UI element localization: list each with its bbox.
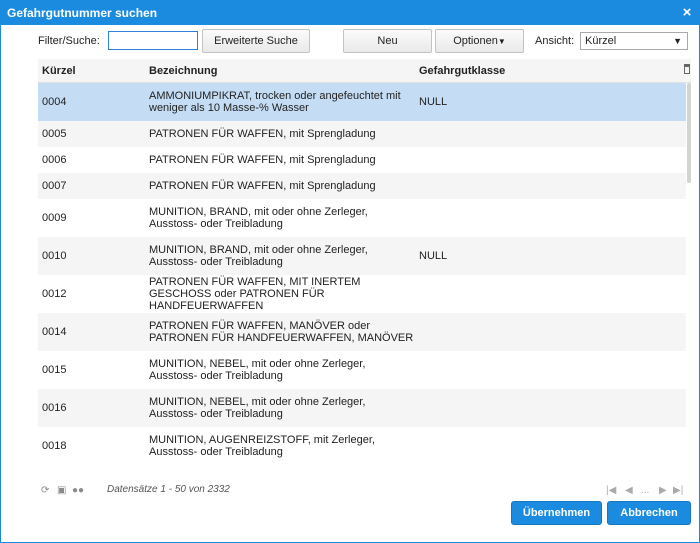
table-row[interactable]: 0014 PATRONEN FÜR WAFFEN, MANÖVER oder PA… <box>38 313 686 351</box>
page-ellipsis: ... <box>641 485 650 496</box>
cell-class <box>419 313 619 351</box>
table-row[interactable]: 0004 AMMONIUMPIKRAT, trocken oder angefeu… <box>38 83 686 121</box>
table-row[interactable]: 0006 PATRONEN FÜR WAFFEN, mit Sprengladun… <box>38 147 686 173</box>
column-header-code[interactable]: Kürzel <box>42 59 76 83</box>
last-page-icon[interactable]: ▶| <box>673 485 683 496</box>
window-title: Gefahrgutnummer suchen <box>7 6 158 20</box>
cell-name: PATRONEN FÜR WAFFEN, MIT INERTEM GESCHOS… <box>149 276 361 312</box>
record-count: Datensätze 1 - 50 von 2332 <box>107 484 230 495</box>
cell-code: 0012 <box>42 288 67 300</box>
cell-name: MUNITION, NEBEL, mit oder ohne Zerleger,… <box>149 358 366 382</box>
toolbar: Filter/Suche: Erweiterte Suche Neu Optio… <box>1 29 699 53</box>
table-row[interactable]: 0018 MUNITION, AUGENREIZSTOFF, mit Zerleg… <box>38 427 686 465</box>
title-bar[interactable]: Gefahrgutnummer suchen × <box>1 1 699 25</box>
options-button[interactable]: Optionen▼ <box>435 29 524 53</box>
cell-class <box>419 351 619 389</box>
cancel-button[interactable]: Abbrechen <box>607 501 691 525</box>
cell-code: 0015 <box>42 364 67 376</box>
table-row[interactable]: 0005 PATRONEN FÜR WAFFEN, mit Sprengladun… <box>38 121 686 147</box>
vertical-scrollbar[interactable] <box>687 83 691 183</box>
column-header-class[interactable]: Gefahrgutklasse <box>419 59 505 83</box>
new-button[interactable]: Neu <box>343 29 432 53</box>
close-icon[interactable]: × <box>679 1 695 25</box>
cell-code: 0007 <box>42 180 67 192</box>
cell-name: AMMONIUMPIKRAT, trocken oder angefeuchte… <box>149 90 401 114</box>
cell-class <box>419 199 619 237</box>
grid-header: Kürzel Bezeichnung Gefahrgutklasse <box>38 59 691 83</box>
cell-name: MUNITION, BRAND, mit oder ohne Zerleger,… <box>149 244 368 268</box>
cell-code: 0006 <box>42 154 67 166</box>
cell-name: PATRONEN FÜR WAFFEN, mit Sprengladung <box>149 180 376 192</box>
cell-code: 0010 <box>42 250 67 262</box>
advanced-search-button[interactable]: Erweiterte Suche <box>202 29 310 53</box>
cell-class <box>419 121 619 147</box>
table-row[interactable]: 0010 MUNITION, BRAND, mit oder ohne Zerle… <box>38 237 686 275</box>
cell-code: 0014 <box>42 326 67 338</box>
export-icon[interactable]: ●● <box>72 485 84 496</box>
dialog-window: Gefahrgutnummer suchen × Filter/Suche: E… <box>0 0 700 543</box>
refresh-icon[interactable]: ⟳ <box>41 485 49 496</box>
apply-button[interactable]: Übernehmen <box>511 501 602 525</box>
cell-name: PATRONEN FÜR WAFFEN, MANÖVER oder PATRON… <box>149 320 414 344</box>
cell-name: MUNITION, NEBEL, mit oder ohne Zerleger,… <box>149 396 366 420</box>
table-row[interactable]: 0015 MUNITION, NEBEL, mit oder ohne Zerle… <box>38 351 686 389</box>
cell-class <box>419 275 619 313</box>
column-chooser-icon[interactable] <box>684 64 690 74</box>
table-row[interactable]: 0009 MUNITION, BRAND, mit oder ohne Zerle… <box>38 199 686 237</box>
first-page-icon[interactable]: |◀ <box>606 485 616 496</box>
results-grid: Kürzel Bezeichnung Gefahrgutklasse 0004 A… <box>38 59 691 479</box>
cell-class <box>419 427 619 465</box>
cell-class: NULL <box>419 250 448 262</box>
table-row[interactable]: 0012 PATRONEN FÜR WAFFEN, MIT INERTEM GES… <box>38 275 686 313</box>
next-page-icon[interactable]: ▶ <box>659 485 667 496</box>
table-row[interactable]: 0007 PATRONEN FÜR WAFFEN, mit Sprengladun… <box>38 173 686 199</box>
cell-name: MUNITION, BRAND, mit oder ohne Zerleger,… <box>149 206 368 230</box>
grid-rows: 0004 AMMONIUMPIKRAT, trocken oder angefeu… <box>38 83 686 479</box>
options-label: Optionen <box>453 35 498 47</box>
view-selected-value: Kürzel <box>585 35 617 47</box>
cell-class <box>419 173 619 199</box>
cell-class: NULL <box>419 96 448 108</box>
filter-label: Filter/Suche: <box>38 35 100 47</box>
prev-page-icon[interactable]: ◀ <box>625 485 633 496</box>
chevron-down-icon: ▼ <box>673 36 682 46</box>
cell-class <box>419 389 619 427</box>
cell-code: 0009 <box>42 212 67 224</box>
view-select[interactable]: Kürzel ▼ <box>580 32 688 50</box>
cell-code: 0004 <box>42 96 67 108</box>
cell-name: PATRONEN FÜR WAFFEN, mit Sprengladung <box>149 128 376 140</box>
caret-down-icon: ▼ <box>497 37 506 46</box>
column-header-name[interactable]: Bezeichnung <box>149 59 217 83</box>
cell-name: MUNITION, AUGENREIZSTOFF, mit Zerleger, … <box>149 434 375 458</box>
filter-input[interactable] <box>108 31 198 50</box>
cell-code: 0018 <box>42 440 67 452</box>
table-row[interactable]: 0016 MUNITION, NEBEL, mit oder ohne Zerle… <box>38 389 686 427</box>
cell-code: 0005 <box>42 128 67 140</box>
print-icon[interactable]: ▣ <box>57 485 66 496</box>
pager: ⟳ ▣ ●● Datensätze 1 - 50 von 2332 |◀ ◀ .… <box>39 483 687 499</box>
cell-class <box>419 147 619 173</box>
cell-code: 0016 <box>42 402 67 414</box>
cell-name: PATRONEN FÜR WAFFEN, mit Sprengladung <box>149 154 376 166</box>
view-label: Ansicht: <box>535 35 575 47</box>
